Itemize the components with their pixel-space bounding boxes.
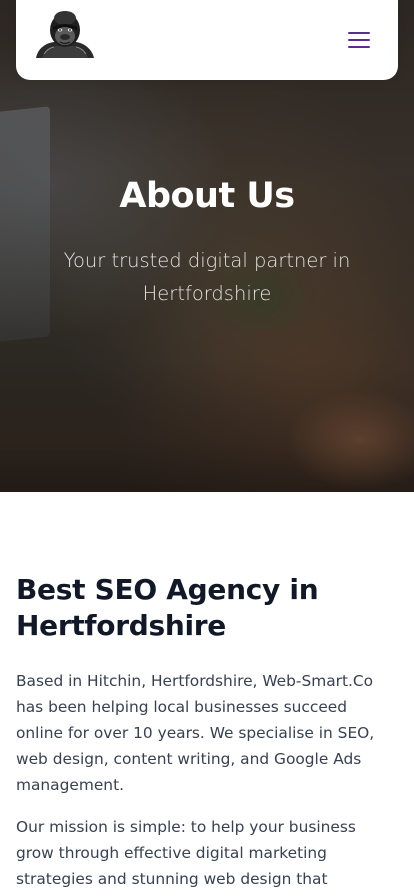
site-header bbox=[16, 0, 398, 80]
hero-subtitle: Your trusted digital partner in Hertford… bbox=[63, 249, 351, 305]
page-title: About Us bbox=[119, 176, 295, 216]
hamburger-menu-icon[interactable] bbox=[346, 28, 372, 52]
about-paragraph: Based in Hitchin, Hertfordshire, Web-Sma… bbox=[16, 672, 375, 794]
gorilla-logo-icon[interactable] bbox=[34, 10, 96, 60]
about-heading: Best SEO Agency in Hertfordshire bbox=[16, 573, 319, 642]
about-paragraph: Our mission is simple: to help your busi… bbox=[16, 818, 356, 888]
